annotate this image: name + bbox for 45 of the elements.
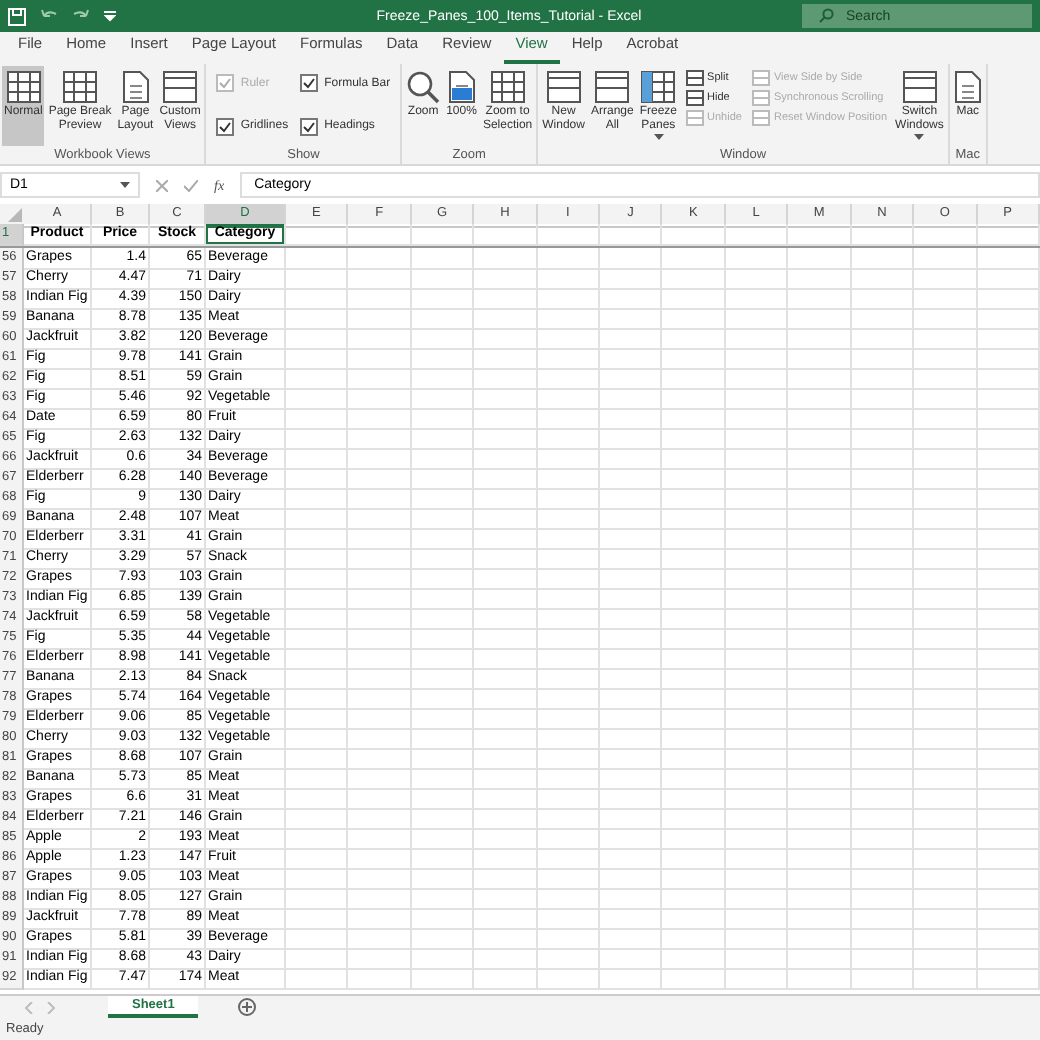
header-cell — [977, 224, 1040, 246]
grid-icon — [489, 70, 526, 104]
checkmark-icon — [218, 119, 233, 133]
magnifier-icon — [406, 70, 441, 104]
window-icon — [162, 70, 199, 104]
header-cell — [851, 224, 915, 246]
grid-icon — [5, 70, 42, 104]
pane-icon — [751, 110, 770, 126]
next-sheet-icon[interactable] — [46, 1001, 56, 1013]
page-icon — [121, 70, 150, 104]
header-cell — [914, 224, 978, 246]
check-icon[interactable] — [184, 179, 198, 191]
header-cell — [600, 224, 663, 246]
checkmark-icon — [302, 76, 317, 90]
customize-icon[interactable] — [104, 10, 116, 22]
caret-icon — [120, 182, 130, 188]
window-icon — [545, 70, 582, 104]
pane-icon — [685, 110, 704, 126]
add-sheet-icon[interactable] — [238, 998, 257, 1016]
header-cell — [662, 224, 726, 246]
search-icon — [818, 8, 834, 24]
header-cell — [474, 224, 538, 246]
header-cell — [537, 224, 601, 246]
pane-icon — [685, 70, 704, 86]
pane-icon — [685, 90, 704, 106]
grid-icon — [62, 70, 99, 104]
previous-sheet-icon[interactable] — [24, 1001, 34, 1013]
header-cell — [411, 224, 475, 246]
page-icon — [447, 70, 476, 104]
window-icon — [901, 70, 938, 104]
page-icon — [953, 70, 982, 104]
caret-icon — [653, 133, 664, 140]
header-cell — [286, 224, 349, 246]
header-cell — [348, 224, 412, 246]
save-icon[interactable] — [8, 7, 26, 25]
pane-icon — [751, 90, 770, 106]
grid-icon — [640, 70, 677, 104]
cancel-icon[interactable] — [156, 179, 168, 191]
checkmark-icon — [218, 76, 233, 90]
caret-icon — [914, 133, 925, 140]
window-icon — [594, 70, 631, 104]
checkmark-icon — [302, 119, 317, 133]
header-cell — [725, 224, 789, 246]
pane-icon — [751, 70, 770, 86]
header-cell — [788, 224, 852, 246]
